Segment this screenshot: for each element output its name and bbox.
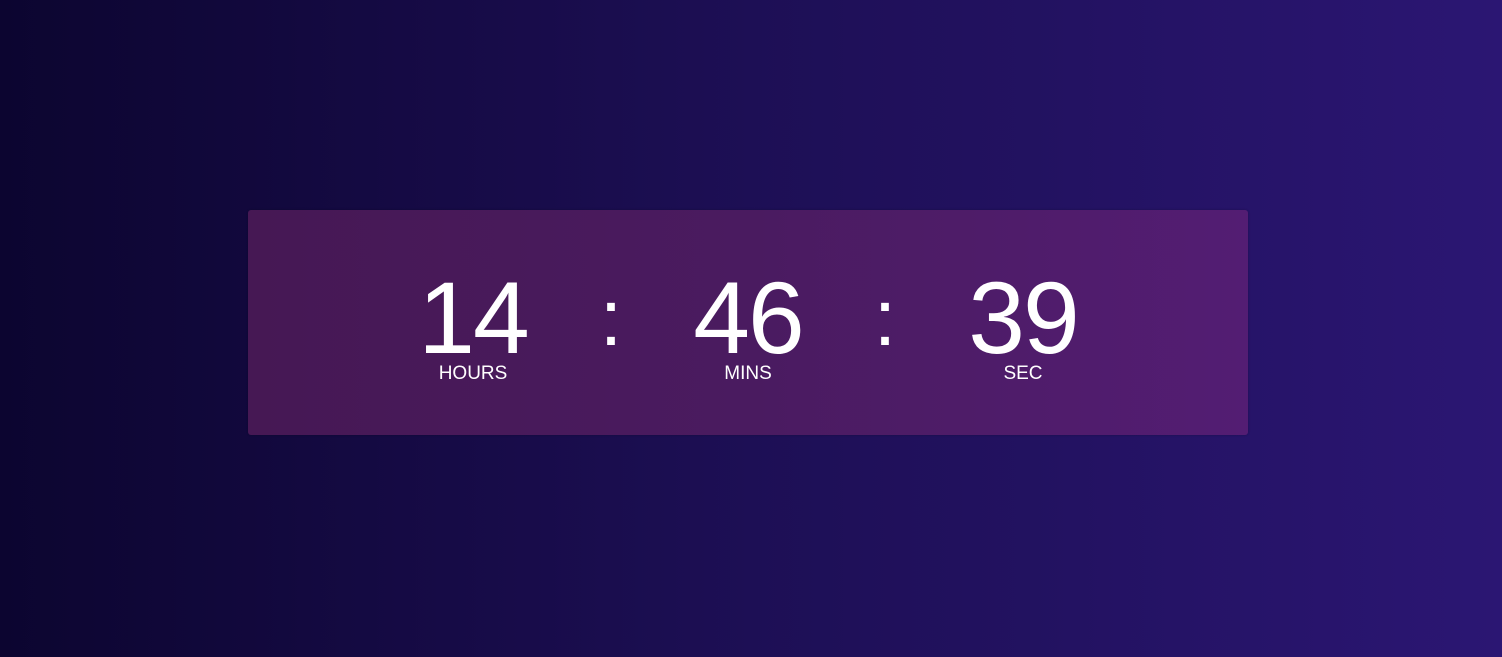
- seconds-label: SEC: [1003, 363, 1043, 384]
- seconds-unit: 39 SEC: [933, 261, 1113, 384]
- hours-unit: 14 HOURS: [383, 261, 563, 384]
- minutes-label: MINS: [724, 363, 772, 384]
- time-separator: :: [599, 273, 623, 362]
- countdown-timer: 14 HOURS : 46 MINS : 39 SEC: [248, 210, 1248, 435]
- hours-value: 14: [418, 261, 529, 375]
- hours-label: HOURS: [438, 363, 508, 384]
- minutes-unit: 46 MINS: [658, 261, 838, 384]
- seconds-value: 39: [968, 261, 1079, 375]
- minutes-value: 46: [693, 261, 804, 375]
- time-separator: :: [873, 273, 897, 362]
